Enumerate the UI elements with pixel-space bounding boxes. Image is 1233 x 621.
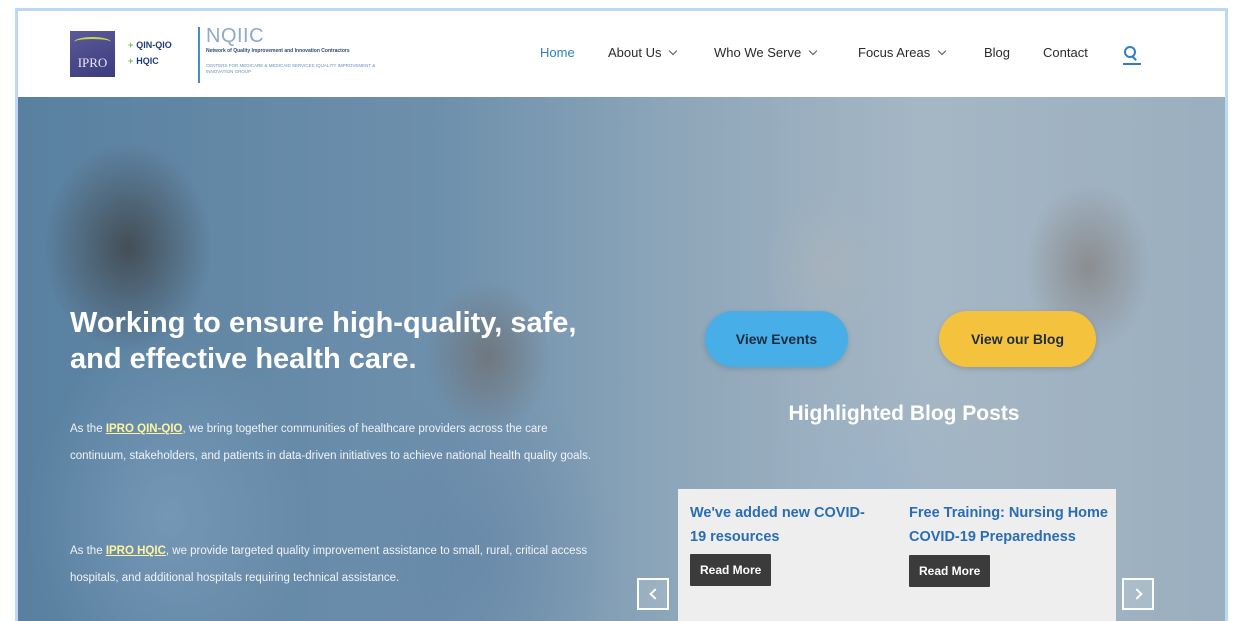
blog-post-card: Free Training: Nursing Home COVID-19 Pre… <box>909 501 1109 587</box>
blog-carousel: We've added new COVID-19 resources Read … <box>678 489 1116 621</box>
hero-paragraph-qin-qio: As the IPRO QIN-QIO, we bring together c… <box>70 423 592 462</box>
nav-contact[interactable]: Contact <box>1043 45 1088 60</box>
hero-paragraph-hqic: As the IPRO HQIC, we provide targeted qu… <box>70 545 588 584</box>
read-more-button[interactable]: Read More <box>690 554 772 586</box>
view-blog-button[interactable]: View our Blog <box>939 311 1096 367</box>
carousel-prev-button[interactable] <box>637 578 669 610</box>
blog-post-title[interactable]: We've added new COVID-19 resources <box>690 501 880 549</box>
read-more-button[interactable]: Read More <box>909 555 991 587</box>
main-nav: Home About Us Who We Serve Focus Areas B… <box>18 45 1225 65</box>
chevron-down-icon <box>938 46 947 55</box>
nav-who-we-serve[interactable]: Who We Serve <box>714 45 818 60</box>
ipro-hqic-link[interactable]: IPRO HQIC <box>106 545 166 557</box>
ipro-qin-qio-link[interactable]: IPRO QIN-QIO <box>106 423 183 435</box>
hero-section: Working to ensure high-quality, safe, an… <box>18 97 1225 621</box>
hero-title: Working to ensure high-quality, safe, an… <box>70 307 577 375</box>
nav-about-us-label: About Us <box>608 45 662 60</box>
nav-focus-areas-label: Focus Areas <box>858 45 931 60</box>
chevron-right-icon <box>1130 588 1143 600</box>
search-icon[interactable] <box>1123 45 1141 65</box>
nav-blog[interactable]: Blog <box>984 45 1010 60</box>
nav-home[interactable]: Home <box>540 45 575 60</box>
nav-focus-areas[interactable]: Focus Areas <box>858 45 947 60</box>
carousel-next-button[interactable] <box>1122 578 1154 610</box>
site-header: IPRO + QIN-QIO + HQIC NQIIC Network of Qua… <box>18 11 1225 97</box>
blog-post-title[interactable]: Free Training: Nursing Home COVID-19 Pre… <box>909 501 1109 549</box>
chevron-left-icon <box>648 588 661 600</box>
view-events-button[interactable]: View Events <box>705 311 848 367</box>
highlighted-blog-posts-heading: Highlighted Blog Posts <box>788 402 1020 425</box>
chevron-down-icon <box>669 46 678 55</box>
blog-post-card: We've added new COVID-19 resources Read … <box>690 501 880 586</box>
nav-who-we-serve-label: Who We Serve <box>714 45 802 60</box>
chevron-down-icon <box>808 46 818 55</box>
nav-about-us[interactable]: About Us <box>608 45 678 60</box>
browser-page: IPRO + QIN-QIO + HQIC NQIIC Network of Qua… <box>15 8 1228 621</box>
